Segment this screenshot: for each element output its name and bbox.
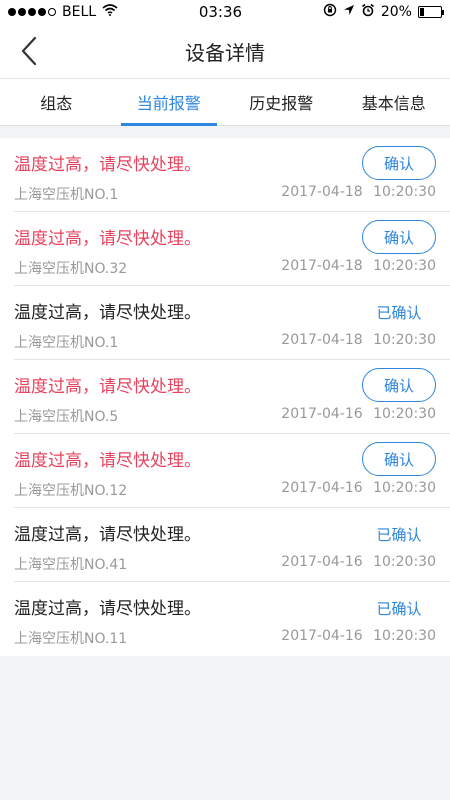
alarm-icon	[361, 3, 375, 21]
alarm-datetime: 2017-04-18 10:20:30	[281, 332, 436, 348]
tab-topology[interactable]: 组态	[0, 79, 113, 125]
alarm-list: 温度过高，请尽快处理。 确认 上海空压机NO.1 2017-04-18 10:20:3…	[0, 138, 450, 656]
rotation-lock-icon	[323, 3, 337, 21]
tab-bar: 组态 当前报警 历史报警 基本信息	[0, 78, 450, 126]
tab-basic-info[interactable]: 基本信息	[338, 79, 450, 125]
confirmed-status: 已确认	[376, 600, 422, 618]
alarm-datetime: 2017-04-18 10:20:30	[281, 184, 436, 200]
alarm-message: 温度过高，请尽快处理。	[14, 377, 201, 397]
alarm-message: 温度过高，请尽快处理。	[14, 525, 201, 545]
confirmed-status: 已确认	[376, 526, 422, 544]
location-icon	[343, 4, 355, 20]
confirm-button[interactable]: 确认	[362, 146, 436, 180]
alarm-device-name: 上海空压机NO.1	[14, 335, 119, 351]
alarm-device-name: 上海空压机NO.32	[14, 261, 128, 277]
alarm-message: 温度过高，请尽快处理。	[14, 303, 201, 323]
status-time: 03:36	[198, 3, 243, 21]
confirmed-status: 已确认	[376, 304, 422, 322]
alarm-datetime: 2017-04-16 10:20:30	[281, 480, 436, 496]
page-title: 设备详情	[185, 40, 265, 65]
chevron-left-icon	[21, 36, 37, 66]
alarm-list-item[interactable]: 温度过高，请尽快处理。 确认上海空压机NO.5 2017-04-16 10:20:3…	[14, 360, 450, 434]
alarm-device-name: 上海空压机NO.12	[14, 483, 128, 499]
wifi-icon	[102, 4, 118, 20]
alarm-message: 温度过高，请尽快处理。	[14, 229, 201, 249]
alarm-list-item[interactable]: 温度过高，请尽快处理。 已确认上海空压机NO.41 2017-04-16 10:20…	[14, 508, 450, 582]
alarm-list-item[interactable]: 温度过高，请尽快处理。 已确认上海空压机NO.1 2017-04-18 10:20:…	[14, 286, 450, 360]
alarm-device-name: 上海空压机NO.5	[14, 409, 119, 425]
battery-percent: 20%	[380, 4, 412, 20]
alarm-message: 温度过高，请尽快处理。	[14, 599, 201, 619]
battery-icon	[417, 6, 444, 18]
status-bar-right: 20%	[323, 3, 444, 21]
alarm-datetime: 2017-04-16 10:20:30	[281, 406, 436, 422]
alarm-list-item[interactable]: 温度过高，请尽快处理。 已确认上海空压机NO.11 2017-04-16 10:20…	[14, 582, 450, 656]
confirm-button[interactable]: 确认	[362, 442, 436, 476]
alarm-list-item[interactable]: 温度过高，请尽快处理。 确认上海空压机NO.12 2017-04-16 10:20:…	[14, 434, 450, 508]
confirm-button[interactable]: 确认	[362, 220, 436, 254]
signal-dots-icon	[8, 8, 56, 16]
tab-current-alarms[interactable]: 当前报警	[113, 79, 226, 126]
status-bar-left: BELL	[8, 4, 118, 20]
status-bar: BELL 03:36 20%	[0, 0, 450, 24]
alarm-message: 温度过高，请尽快处理。	[14, 155, 201, 175]
alarm-device-name: 上海空压机NO.41	[14, 557, 128, 573]
alarm-list-item[interactable]: 温度过高，请尽快处理。 确认上海空压机NO.1 2017-04-18 10:20:3…	[14, 138, 450, 212]
alarm-list-item[interactable]: 温度过高，请尽快处理。 确认上海空压机NO.32 2017-04-18 10:20:…	[14, 212, 450, 286]
confirm-button[interactable]: 确认	[362, 368, 436, 402]
alarm-device-name: 上海空压机NO.11	[14, 631, 128, 647]
alarm-datetime: 2017-04-16 10:20:30	[281, 554, 436, 570]
alarm-datetime: 2017-04-18 10:20:30	[281, 258, 436, 274]
nav-bar: 设备详情	[0, 24, 450, 78]
back-button[interactable]	[14, 36, 44, 66]
alarm-device-name: 上海空压机NO.1	[14, 187, 119, 203]
alarm-datetime: 2017-04-16 10:20:30	[281, 628, 436, 644]
tab-history-alarms[interactable]: 历史报警	[225, 79, 338, 125]
carrier-label: BELL	[62, 4, 97, 20]
alarm-message: 温度过高，请尽快处理。	[14, 451, 201, 471]
